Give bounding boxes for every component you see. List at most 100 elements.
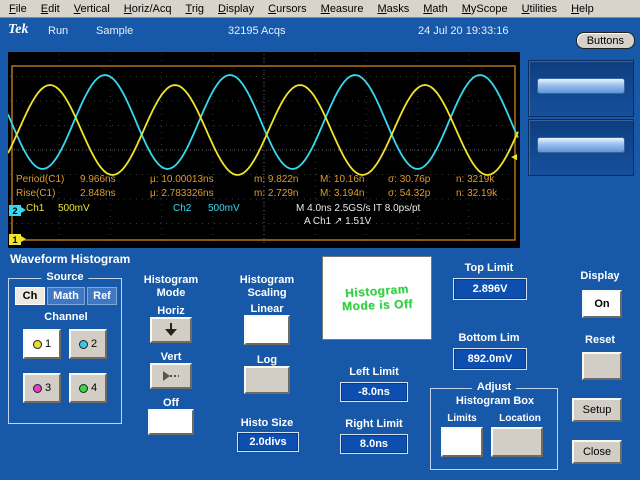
- measurement-sigma: σ: 30.76p: [388, 174, 430, 185]
- bottom-limit-value[interactable]: 892.0mV: [453, 348, 527, 370]
- menu-vertical[interactable]: Vertical: [67, 3, 117, 15]
- horiz-label: Horiz: [126, 305, 216, 317]
- bottom-limit-label: Bottom Lim: [444, 332, 534, 344]
- histogram-scaling-title-1: Histogram: [222, 274, 312, 286]
- acquisition-count: 32195 Acqs: [228, 25, 286, 37]
- horiz-histogram-icon: [160, 322, 182, 338]
- adjust-group: Adjust Histogram Box Limits Location: [430, 388, 558, 470]
- left-limit-value[interactable]: -8.0ns: [340, 382, 408, 402]
- top-limit-value[interactable]: 2.896V: [453, 278, 527, 300]
- channel-4-color-dot: [79, 384, 88, 393]
- measurement-count: n: 3219k: [456, 174, 494, 185]
- channel-1-marker[interactable]: 1: [9, 234, 21, 245]
- menu-trig[interactable]: Trig: [179, 3, 212, 15]
- limits-button[interactable]: [441, 427, 483, 457]
- menu-measure[interactable]: Measure: [314, 3, 371, 15]
- vert-label: Vert: [126, 351, 216, 363]
- right-edge-marker: ◄: [509, 152, 519, 163]
- vert-mode-button[interactable]: [150, 363, 192, 389]
- datetime: 24 Jul 20 19:33:16: [418, 25, 509, 37]
- close-button[interactable]: Close: [572, 440, 622, 464]
- top-limit-label: Top Limit: [444, 262, 534, 274]
- display-on-button[interactable]: On: [582, 290, 622, 318]
- menu-horiz-acq[interactable]: Horiz/Acq: [117, 3, 179, 15]
- panel-title: Waveform Histogram: [10, 252, 130, 266]
- menu-cursors[interactable]: Cursors: [261, 3, 314, 15]
- timebase-readout: M 4.0ns 2.5GS/s IT 8.0ps/pt: [296, 203, 420, 214]
- menu-utilities[interactable]: Utilities: [515, 3, 564, 15]
- side-menu-box-1: [528, 60, 634, 117]
- measurement-value: 2.848ns: [80, 188, 116, 199]
- histo-size-label: Histo Size: [222, 417, 312, 429]
- tab-math[interactable]: Math: [47, 287, 85, 305]
- reset-button[interactable]: [582, 352, 622, 380]
- tab-ch[interactable]: Ch: [15, 287, 45, 305]
- linear-label: Linear: [222, 303, 312, 315]
- source-group: Source Ch Math Ref Channel 1 2 3 4: [8, 278, 122, 424]
- linear-scaling-button[interactable]: [244, 315, 290, 345]
- measurement-sigma: σ: 54.32p: [388, 188, 430, 199]
- acquisition-mode: Sample: [96, 25, 133, 37]
- off-mode-button[interactable]: [148, 409, 194, 435]
- channel-2-marker[interactable]: 2: [9, 205, 21, 216]
- right-limit-value[interactable]: 8.0ns: [340, 434, 408, 454]
- tek-logo: Tek: [8, 22, 28, 38]
- vert-histogram-icon: [160, 368, 182, 384]
- menu-edit[interactable]: Edit: [34, 3, 67, 15]
- menu-help[interactable]: Help: [564, 3, 601, 15]
- channel-4-button[interactable]: 4: [69, 373, 107, 403]
- channel-1-number: 1: [45, 338, 51, 350]
- channel-2-button[interactable]: 2: [69, 329, 107, 359]
- channel-3-button[interactable]: 3: [23, 373, 61, 403]
- measurement-count: n: 32.19k: [456, 188, 497, 199]
- menu-file[interactable]: File: [2, 3, 34, 15]
- histogram-scaling-title-2: Scaling: [222, 287, 312, 299]
- channel-3-color-dot: [33, 384, 42, 393]
- off-label: Off: [126, 397, 216, 409]
- channel-1-button[interactable]: 1: [23, 329, 61, 359]
- measurement-name: Period(C1): [16, 174, 64, 185]
- setup-button[interactable]: Setup: [572, 398, 622, 422]
- side-menu-button-2[interactable]: [537, 137, 625, 153]
- menu-myscope[interactable]: MyScope: [455, 3, 515, 15]
- ch2-trace: [8, 75, 518, 169]
- horiz-mode-button[interactable]: [150, 317, 192, 343]
- log-scaling-button[interactable]: [244, 366, 290, 394]
- limits-label: Limits: [437, 413, 487, 424]
- channel-2-color-dot: [79, 340, 88, 349]
- measurement-name: Rise(C1): [16, 188, 55, 199]
- measurement-max: M: 3.194n: [320, 188, 364, 199]
- reset-label: Reset: [564, 334, 636, 346]
- oscilloscope-screen: File Edit Vertical Horiz/Acq Trig Displa…: [0, 0, 640, 480]
- status-bar: Tek Run Sample 32195 Acqs 24 Jul 20 19:3…: [0, 18, 640, 52]
- log-label: Log: [222, 354, 312, 366]
- menu-display[interactable]: Display: [211, 3, 261, 15]
- side-menu-box-2: [528, 119, 634, 176]
- adjust-group-title: Adjust: [472, 381, 516, 393]
- histogram-box-label: Histogram Box: [431, 395, 559, 407]
- channel-2-number: 2: [91, 338, 97, 350]
- right-limit-label: Right Limit: [332, 418, 416, 430]
- location-button[interactable]: [491, 427, 543, 457]
- histogram-mode-title-1: Histogram: [126, 274, 216, 286]
- ch1-label: Ch1: [26, 203, 44, 214]
- acquisition-state: Run: [48, 25, 68, 37]
- measurement-max: M: 10.16n: [320, 174, 364, 185]
- tab-ref[interactable]: Ref: [87, 287, 117, 305]
- histogram-mode-title-2: Mode: [126, 287, 216, 299]
- menu-math[interactable]: Math: [416, 3, 454, 15]
- left-limit-label: Left Limit: [332, 366, 416, 378]
- histo-size-value[interactable]: 2.0divs: [237, 432, 299, 452]
- measurement-min: m: 2.729n: [254, 188, 298, 199]
- side-menu-button-1[interactable]: [537, 78, 625, 94]
- measurement-value: 9.966ns: [80, 174, 116, 185]
- ch2-label: Ch2: [173, 203, 191, 214]
- menu-masks[interactable]: Masks: [370, 3, 416, 15]
- channel-1-color-dot: [33, 340, 42, 349]
- waveform-canvas: [8, 52, 520, 248]
- ch2-scale: 500mV: [208, 203, 240, 214]
- buttons-button[interactable]: Buttons: [576, 32, 635, 49]
- ch1-scale: 500mV: [58, 203, 90, 214]
- menu-bar: File Edit Vertical Horiz/Acq Trig Displa…: [0, 0, 640, 18]
- measurement-mean: μ: 2.783326ns: [150, 188, 214, 199]
